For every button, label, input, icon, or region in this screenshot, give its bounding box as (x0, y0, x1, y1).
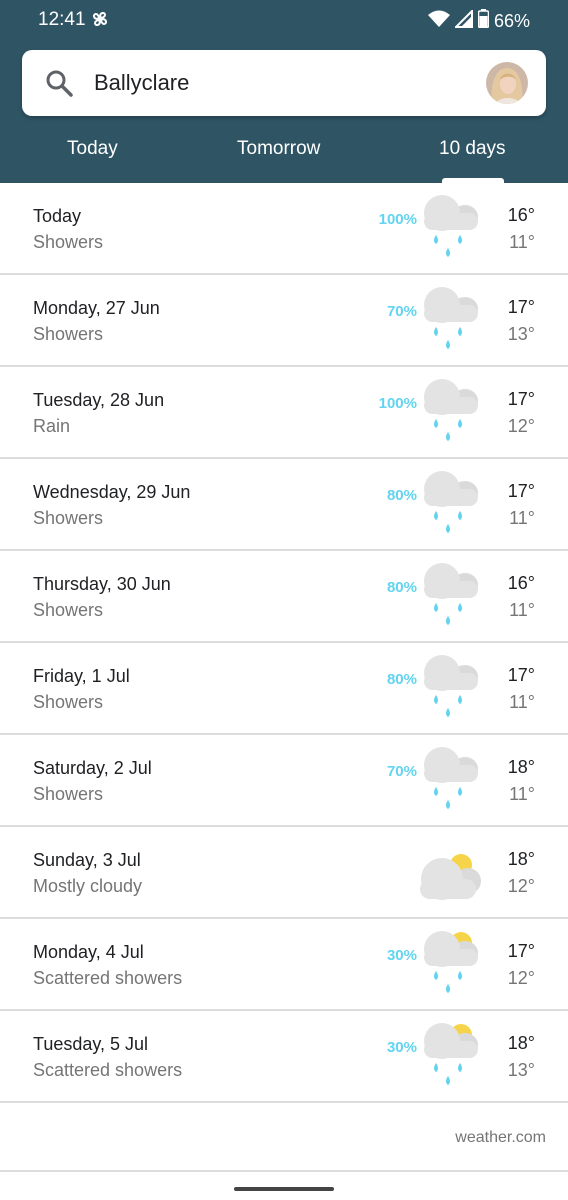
tab-tomorrow[interactable]: Tomorrow (237, 138, 320, 160)
forecast-condition: Showers (33, 692, 104, 712)
high-temperature: 17° (507, 481, 535, 501)
forecast-condition: Rain (33, 416, 71, 436)
forecast-day-row[interactable]: Monday, 27 Jun Showers 70% 17° 13° (0, 275, 568, 367)
high-temperature: 17° (507, 297, 535, 317)
precipitation-chance: 80% (386, 671, 417, 688)
precipitation-chance: 30% (386, 947, 417, 964)
forecast-day-row[interactable]: Wednesday, 29 Jun Showers 80% 17° 11° (0, 459, 568, 551)
high-temperature: 17° (507, 665, 535, 685)
showers-icon (418, 377, 482, 449)
forecast-condition: Showers (33, 232, 104, 252)
precipitation-chance: 70% (386, 763, 417, 780)
forecast-day-name: Wednesday, 29 Jun (33, 482, 191, 502)
precipitation-chance: 80% (386, 487, 417, 504)
search-bar[interactable]: Ballyclare (22, 50, 546, 116)
battery-percent: 66% (493, 10, 530, 31)
forecast-day-row[interactable]: Friday, 1 Jul Showers 80% 17° 11° (0, 643, 568, 735)
forecast-condition: Showers (33, 324, 104, 344)
status-icons: 66% (427, 8, 530, 33)
precipitation-chance: 100% (378, 211, 417, 228)
high-temperature: 18° (507, 757, 535, 777)
low-temperature: 11° (509, 508, 535, 528)
tab-today[interactable]: Today (67, 138, 118, 160)
forecast-day-name: Tuesday, 28 Jun (33, 390, 165, 410)
low-temperature: 13° (507, 1060, 535, 1080)
forecast-day-name: Monday, 4 Jul (33, 942, 144, 962)
mostly-cloudy-icon (418, 837, 482, 909)
low-temperature: 13° (507, 324, 535, 344)
high-temperature: 17° (507, 389, 535, 409)
precipitation-chance: 30% (386, 1039, 417, 1056)
divider (0, 1170, 568, 1172)
low-temperature: 11° (509, 232, 535, 252)
forecast-day-row[interactable]: Thursday, 30 Jun Showers 80% 16° 11° (0, 551, 568, 643)
forecast-day-row[interactable]: Tuesday, 5 Jul Scattered showers 30% 18° 13° (0, 1011, 568, 1103)
precipitation-chance: 70% (386, 303, 417, 320)
showers-icon (418, 745, 482, 817)
forecast-day-name: Sunday, 3 Jul (33, 850, 141, 870)
forecast-condition: Showers (33, 784, 104, 804)
showers-icon (418, 193, 482, 265)
forecast-condition: Showers (33, 600, 104, 620)
forecast-tabs: Today Tomorrow 10 days (0, 130, 568, 183)
pinwheel-icon (90, 9, 110, 34)
low-temperature: 12° (507, 968, 535, 988)
scattered-showers-icon (418, 1021, 482, 1093)
forecast-day-name: Saturday, 2 Jul (33, 758, 152, 778)
forecast-condition: Showers (33, 508, 104, 528)
wifi-icon (427, 10, 450, 33)
tab-10-days[interactable]: 10 days (439, 138, 506, 160)
forecast-condition: Scattered showers (33, 968, 183, 988)
search-query[interactable]: Ballyclare (94, 70, 189, 96)
forecast-day-name: Friday, 1 Jul (33, 666, 130, 686)
forecast-day-row[interactable]: Sunday, 3 Jul Mostly cloudy 18° 12° (0, 827, 568, 919)
app-header: 12:41 66% Ballyclare Today Tomorrow 10 d… (0, 0, 568, 183)
battery-icon (477, 9, 490, 33)
gesture-navigation-bar[interactable] (234, 1187, 334, 1191)
high-temperature: 17° (507, 941, 535, 961)
forecast-day-row[interactable]: Tuesday, 28 Jun Rain 100% 17° 12° (0, 367, 568, 459)
precipitation-chance: 100% (378, 395, 417, 412)
low-temperature: 11° (509, 692, 535, 712)
avatar[interactable] (486, 62, 528, 104)
high-temperature: 16° (507, 205, 535, 225)
high-temperature: 18° (507, 1033, 535, 1053)
forecast-day-row[interactable]: Saturday, 2 Jul Showers 70% 18° 11° (0, 735, 568, 827)
forecast-day-name: Today (33, 206, 82, 226)
scattered-showers-icon (418, 929, 482, 1001)
low-temperature: 11° (509, 600, 535, 620)
forecast-day-name: Tuesday, 5 Jul (33, 1034, 149, 1054)
forecast-condition: Mostly cloudy (33, 876, 143, 896)
high-temperature: 16° (507, 573, 535, 593)
low-temperature: 11° (509, 784, 535, 804)
showers-icon (418, 285, 482, 357)
forecast-day-name: Thursday, 30 Jun (33, 574, 171, 594)
search-icon[interactable] (45, 69, 73, 102)
low-temperature: 12° (507, 876, 535, 896)
high-temperature: 18° (507, 849, 535, 869)
forecast-day-row[interactable]: Monday, 4 Jul Scattered showers 30% 17° 12° (0, 919, 568, 1011)
status-bar: 12:41 66% (0, 0, 568, 40)
precipitation-chance: 80% (386, 579, 417, 596)
forecast-condition: Scattered showers (33, 1060, 183, 1080)
signal-icon (453, 8, 473, 33)
forecast-day-row[interactable]: Today Showers 100% 16° 11° (0, 183, 568, 275)
low-temperature: 12° (507, 416, 535, 436)
status-time: 12:41 (38, 9, 86, 30)
weather-source-credit[interactable]: weather.com (455, 1129, 546, 1147)
showers-icon (418, 561, 482, 633)
showers-icon (418, 469, 482, 541)
forecast-day-name: Monday, 27 Jun (33, 298, 160, 318)
ten-day-forecast-list: Today Showers 100% 16° 11° Monday, 27 Jun Show… (0, 183, 568, 1103)
showers-icon (418, 653, 482, 725)
